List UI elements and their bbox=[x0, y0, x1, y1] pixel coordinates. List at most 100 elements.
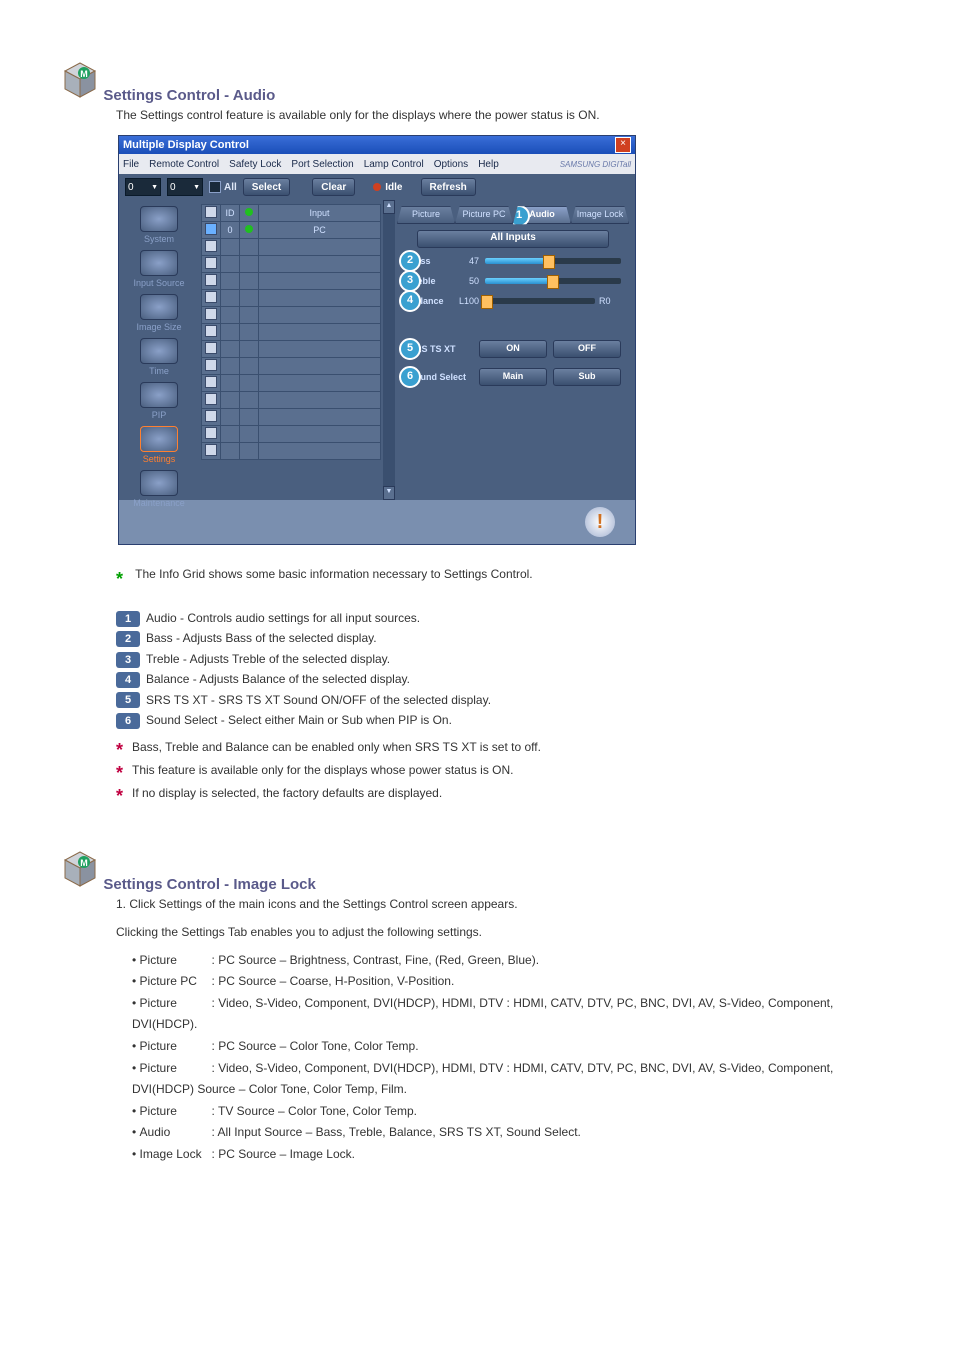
sound-main-button[interactable]: Main bbox=[479, 368, 547, 386]
bullet-value: : TV Source – Color Tone, Color Temp. bbox=[212, 1104, 417, 1118]
star-icon: * bbox=[116, 763, 132, 784]
table-row[interactable] bbox=[202, 290, 381, 307]
notes-block: *Bass, Treble and Balance can be enabled… bbox=[116, 740, 894, 807]
section-title-image-lock: Settings Control - Image Lock bbox=[103, 876, 316, 893]
sidebar-item-image-size[interactable]: Image Size bbox=[124, 292, 194, 334]
menu-help[interactable]: Help bbox=[478, 159, 499, 170]
refresh-button[interactable]: Refresh bbox=[421, 178, 476, 196]
note-text: If no display is selected, the factory d… bbox=[132, 786, 442, 800]
table-row[interactable] bbox=[202, 273, 381, 290]
bullet-key: Image Lock bbox=[140, 1144, 212, 1166]
table-row[interactable] bbox=[202, 358, 381, 375]
tab-image-lock[interactable]: Image Lock bbox=[571, 206, 629, 224]
window-title: Multiple Display Control bbox=[123, 139, 249, 151]
star-icon: * bbox=[116, 565, 132, 594]
info-lead: The Info Grid shows some basic informati… bbox=[135, 567, 533, 581]
sidebar-item-system[interactable]: System bbox=[124, 204, 194, 246]
treble-slider[interactable]: 3 Treble 50 bbox=[409, 276, 621, 286]
sound-sub-button[interactable]: Sub bbox=[553, 368, 621, 386]
balance-slider[interactable]: 4 Balance L100 R0 bbox=[409, 296, 621, 306]
callout-2: 2 bbox=[399, 250, 421, 272]
window-titlebar: Multiple Display Control × bbox=[119, 136, 635, 154]
sidebar-item-time[interactable]: Time bbox=[124, 336, 194, 378]
scroll-up-icon[interactable]: ▲ bbox=[383, 200, 395, 214]
menu-remote[interactable]: Remote Control bbox=[149, 159, 219, 170]
menu-bar: File Remote Control Safety Lock Port Sel… bbox=[119, 154, 635, 174]
menu-file[interactable]: File bbox=[123, 159, 139, 170]
info-text: Bass - Adjusts Bass of the selected disp… bbox=[146, 631, 377, 645]
table-row[interactable] bbox=[202, 239, 381, 256]
table-row[interactable] bbox=[202, 392, 381, 409]
bullet-key: Picture PC bbox=[140, 971, 212, 993]
close-icon[interactable]: × bbox=[615, 137, 631, 153]
alert-icon: ! bbox=[585, 507, 615, 537]
sidebar-item-maintenance[interactable]: Maintenance bbox=[124, 468, 194, 510]
menu-lamp[interactable]: Lamp Control bbox=[364, 159, 424, 170]
note-text: This feature is available only for the d… bbox=[132, 763, 514, 777]
col-status bbox=[240, 205, 259, 222]
bullet-list: • Picture: PC Source – Brightness, Contr… bbox=[132, 950, 894, 1166]
sidebar-item-settings[interactable]: Settings bbox=[124, 424, 194, 466]
bullet-key: Picture bbox=[140, 993, 212, 1015]
table-row[interactable] bbox=[202, 341, 381, 358]
srs-off-button[interactable]: OFF bbox=[553, 340, 621, 358]
info-text: SRS TS XT - SRS TS XT Sound ON/OFF of th… bbox=[146, 693, 491, 707]
bullet-value: : All Input Source – Bass, Treble, Balan… bbox=[212, 1125, 581, 1139]
table-row[interactable] bbox=[202, 307, 381, 324]
callout-6: 6 bbox=[399, 366, 421, 388]
bullet-key: Picture bbox=[140, 950, 212, 972]
table-row[interactable] bbox=[202, 443, 381, 460]
tab-picture-pc[interactable]: Picture PC bbox=[455, 206, 513, 224]
info-badge: 5 bbox=[116, 692, 140, 708]
callout-4: 4 bbox=[399, 290, 421, 312]
info-badge: 2 bbox=[116, 631, 140, 647]
info-text: Audio - Controls audio settings for all … bbox=[146, 611, 420, 625]
menu-safety[interactable]: Safety Lock bbox=[229, 159, 281, 170]
col-check[interactable] bbox=[202, 205, 221, 222]
table-row[interactable] bbox=[202, 409, 381, 426]
info-text: Treble - Adjusts Treble of the selected … bbox=[146, 652, 390, 666]
tab-picture[interactable]: Picture bbox=[397, 206, 455, 224]
info-badge: 6 bbox=[116, 713, 140, 729]
chevron-down-icon: ▼ bbox=[193, 184, 200, 191]
table-row[interactable] bbox=[202, 426, 381, 443]
menu-port[interactable]: Port Selection bbox=[291, 159, 353, 170]
clear-button[interactable]: Clear bbox=[312, 178, 355, 196]
tab-audio[interactable]: Audio 1 bbox=[513, 206, 571, 224]
svg-text:M: M bbox=[80, 858, 88, 868]
section-title-audio: Settings Control - Audio bbox=[103, 87, 275, 104]
toolbar: 0▼ 0▼ All Select Clear Idle Refresh bbox=[119, 174, 635, 200]
srs-on-button[interactable]: ON bbox=[479, 340, 547, 358]
id-to-spinner[interactable]: 0▼ bbox=[167, 178, 203, 196]
bullets-lead: Clicking the Settings Tab enables you to… bbox=[116, 923, 894, 942]
all-inputs-button[interactable]: All Inputs bbox=[417, 230, 609, 248]
section-cube-icon: M bbox=[60, 60, 100, 100]
table-row[interactable] bbox=[202, 375, 381, 392]
bullet-value: : PC Source – Image Lock. bbox=[212, 1147, 355, 1161]
svg-text:M: M bbox=[80, 69, 88, 79]
info-text: Sound Select - Select either Main or Sub… bbox=[146, 713, 452, 727]
idle-dot-icon bbox=[373, 183, 381, 191]
table-row[interactable] bbox=[202, 324, 381, 341]
scroll-down-icon[interactable]: ▼ bbox=[383, 486, 395, 500]
info-badge: 3 bbox=[116, 652, 140, 668]
menu-options[interactable]: Options bbox=[434, 159, 468, 170]
table-row[interactable] bbox=[202, 256, 381, 273]
sound-select-toggle: 6 Sound Select Main Sub bbox=[409, 368, 621, 386]
id-from-spinner[interactable]: 0▼ bbox=[125, 178, 161, 196]
bullet-value: : PC Source – Brightness, Contrast, Fine… bbox=[212, 953, 539, 967]
bullet-value: : PC Source – Coarse, H-Position, V-Posi… bbox=[212, 974, 455, 988]
bass-slider[interactable]: 2 Bass 47 bbox=[409, 256, 621, 266]
mdc-screenshot: Multiple Display Control × File Remote C… bbox=[118, 135, 894, 545]
bullet-key: Picture bbox=[140, 1058, 212, 1080]
table-scrollbar[interactable]: ▲ ▼ bbox=[383, 200, 395, 500]
sidebar-item-input-source[interactable]: Input Source bbox=[124, 248, 194, 290]
table-row[interactable]: 0 PC bbox=[202, 222, 381, 239]
select-button[interactable]: Select bbox=[243, 178, 290, 196]
settings-panel: Picture Picture PC Audio 1 Image Lock Al… bbox=[395, 200, 635, 500]
sidebar-item-pip[interactable]: PIP bbox=[124, 380, 194, 422]
info-badge: 1 bbox=[116, 611, 140, 627]
note-text: Bass, Treble and Balance can be enabled … bbox=[132, 740, 541, 754]
idle-indicator: Idle bbox=[373, 182, 402, 193]
all-checkbox[interactable]: All bbox=[209, 181, 237, 193]
